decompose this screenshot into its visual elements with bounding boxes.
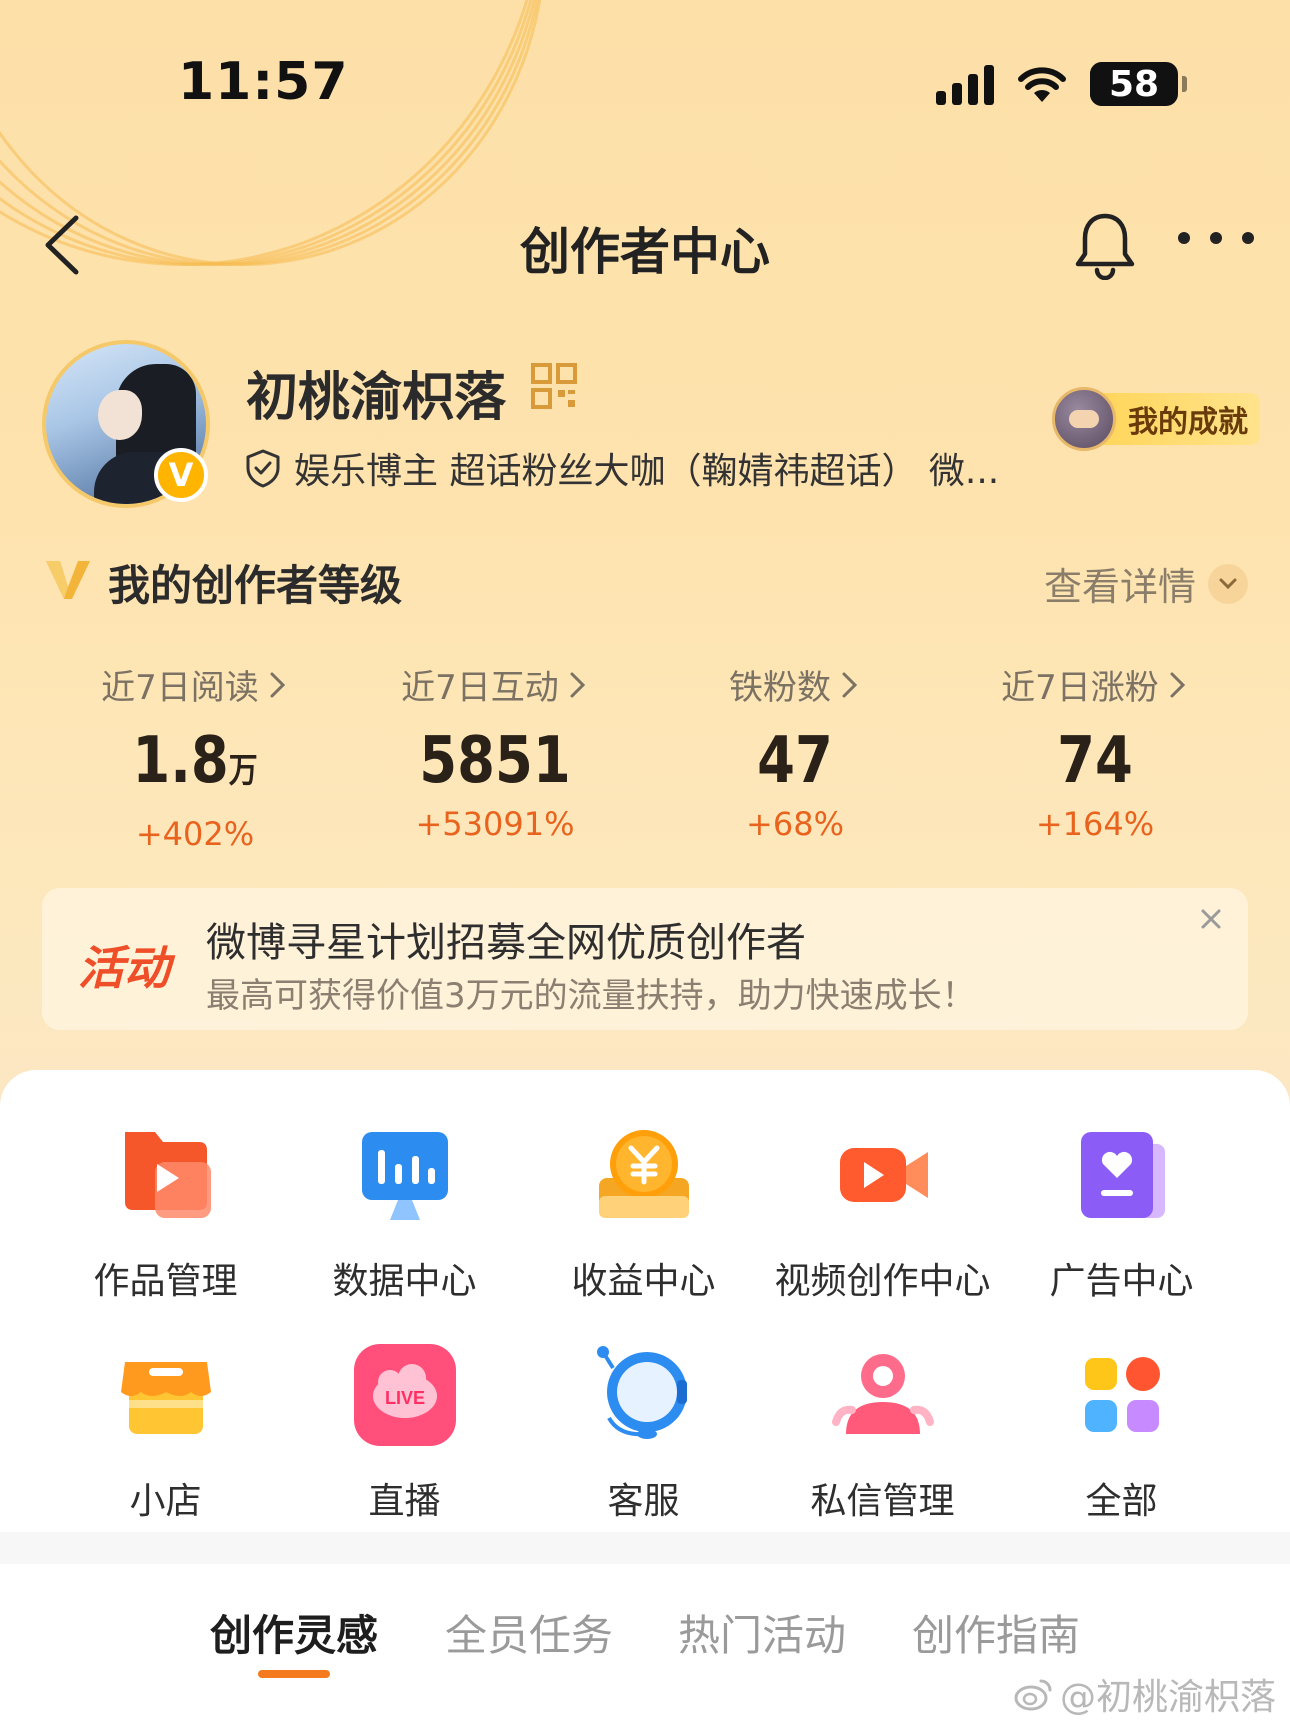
headset-icon: [596, 1346, 687, 1439]
function-label: 客服: [607, 1481, 680, 1522]
stat-label: 近7日涨粉: [1001, 668, 1159, 708]
function-message-management[interactable]: 私信管理: [763, 1340, 1002, 1524]
level-title: 我的创作者等级: [108, 561, 403, 610]
function-label: 数据中心: [332, 1261, 477, 1302]
status-icons: 58: [936, 62, 1187, 106]
function-label: 收益中心: [571, 1261, 716, 1302]
stat-unit: 万: [228, 751, 258, 791]
function-label: 作品管理: [93, 1261, 238, 1302]
wifi-icon: [1018, 67, 1066, 102]
function-revenue-center[interactable]: 收益中心: [524, 1120, 763, 1304]
tab-creative-inspiration[interactable]: 创作灵感: [210, 1602, 378, 1663]
achievement-label: 我的成就: [1102, 393, 1260, 445]
function-label: 直播: [368, 1481, 441, 1522]
tab-hot-activities[interactable]: 热门活动: [678, 1602, 846, 1663]
function-ad-center[interactable]: 广告中心: [1002, 1120, 1241, 1304]
function-all[interactable]: 全部: [1002, 1340, 1241, 1524]
profile-tags[interactable]: 娱乐博主 超话粉丝大咖（鞠婧祎超话） 微...: [244, 442, 999, 494]
activity-tag: 活动: [78, 941, 170, 995]
function-label: 小店: [129, 1481, 202, 1522]
weibo-logo-icon: [1014, 1679, 1052, 1711]
chevron-right-icon: [270, 672, 285, 697]
shop-icon: [120, 1362, 211, 1434]
shield-check-icon: [246, 449, 280, 488]
notification-bell-icon[interactable]: [1072, 210, 1138, 280]
achievement-button[interactable]: 我的成就: [1052, 387, 1260, 451]
chevron-down-icon: [1208, 563, 1248, 604]
view-details-button[interactable]: 查看详情: [1044, 556, 1248, 611]
all-grid-icon: [1084, 1357, 1160, 1432]
stat-change: +68%: [746, 805, 844, 843]
chevron-right-icon: [842, 672, 858, 697]
stat-new-fans[interactable]: 近7日涨粉 74 +164%: [945, 660, 1245, 860]
yuan-coin-icon: [598, 1130, 689, 1218]
video-camera-icon: [839, 1148, 928, 1202]
battery-level: 58: [1108, 63, 1160, 105]
function-panel: 作品管理 数据中心 收益中心 视频创作中心 广告中心 小店 LIVE 直播 客服…: [0, 1070, 1290, 1532]
live-icon-text: LIVE: [384, 1388, 424, 1408]
activity-banner[interactable]: 活动 微博寻星计划招募全网优质创作者 最高可获得价值3万元的流量扶持，助力快速成…: [42, 888, 1248, 1030]
cellular-signal-icon: [936, 63, 994, 105]
stat-change: +164%: [1035, 805, 1155, 843]
function-video-creation[interactable]: 视频创作中心: [763, 1120, 1002, 1304]
stat-label: 近7日互动: [401, 668, 559, 708]
tab-creation-guide[interactable]: 创作指南: [912, 1602, 1080, 1663]
avatar[interactable]: V: [42, 340, 210, 508]
stat-value: 1.8: [132, 724, 229, 798]
achievement-medal-icon: [1052, 387, 1116, 451]
works-folder-icon: [124, 1132, 211, 1218]
stats-row: 近7日阅读 1.8万 +402% 近7日互动 5851 +53091% 铁粉数 …: [45, 660, 1245, 860]
active-tab-indicator: [258, 1670, 330, 1678]
stat-iron-fans[interactable]: 铁粉数 47 +68%: [645, 660, 945, 860]
stat-change: +402%: [135, 815, 255, 853]
more-options-icon[interactable]: [1178, 232, 1254, 252]
function-customer-service[interactable]: 客服: [524, 1340, 763, 1524]
message-person-icon: [831, 1354, 934, 1434]
activity-subtitle: 最高可获得价值3万元的流量扶持，助力快速成长！: [206, 976, 976, 1016]
function-data-center[interactable]: 数据中心: [285, 1120, 524, 1304]
activity-title: 微博寻星计划招募全网优质创作者: [206, 920, 806, 966]
qr-code-icon[interactable]: [530, 362, 578, 410]
stat-interactions[interactable]: 近7日互动 5851 +53091%: [345, 660, 645, 860]
stat-reads[interactable]: 近7日阅读 1.8万 +402%: [45, 660, 345, 860]
battery-icon: 58: [1090, 62, 1187, 106]
chevron-right-icon: [1170, 672, 1185, 697]
stat-value: 74: [1057, 724, 1133, 798]
function-shop[interactable]: 小店: [46, 1340, 285, 1524]
function-label: 全部: [1085, 1481, 1158, 1522]
status-time: 11:57: [178, 52, 349, 112]
function-works-management[interactable]: 作品管理: [46, 1120, 285, 1304]
stat-label: 铁粉数: [729, 668, 831, 708]
stat-value: 5851: [419, 724, 571, 798]
function-label: 广告中心: [1049, 1261, 1194, 1302]
username[interactable]: 初桃渝枳落: [246, 355, 506, 430]
function-label: 视频创作中心: [774, 1261, 991, 1302]
ad-book-icon: [1080, 1132, 1165, 1218]
profile-tags-text: 娱乐博主 超话粉丝大咖（鞠婧祎超话） 微...: [294, 451, 1000, 492]
stat-change: +53091%: [415, 805, 575, 843]
watermark: @初桃渝枳落: [1014, 1668, 1276, 1720]
view-details-label: 查看详情: [1043, 565, 1196, 609]
chevron-right-icon: [570, 672, 585, 697]
level-v-icon: [46, 561, 90, 599]
function-live[interactable]: LIVE 直播: [285, 1340, 524, 1524]
close-icon[interactable]: [1196, 904, 1226, 934]
stat-value: 47: [757, 724, 833, 798]
data-chart-icon: [361, 1132, 448, 1220]
function-label: 私信管理: [810, 1481, 955, 1522]
stat-label: 近7日阅读: [101, 668, 259, 708]
watermark-text: @初桃渝枳落: [1059, 1677, 1276, 1718]
live-icon: LIVE: [353, 1344, 456, 1446]
tab-all-member-tasks[interactable]: 全员任务: [445, 1602, 613, 1663]
verified-v-badge: V: [154, 448, 208, 502]
